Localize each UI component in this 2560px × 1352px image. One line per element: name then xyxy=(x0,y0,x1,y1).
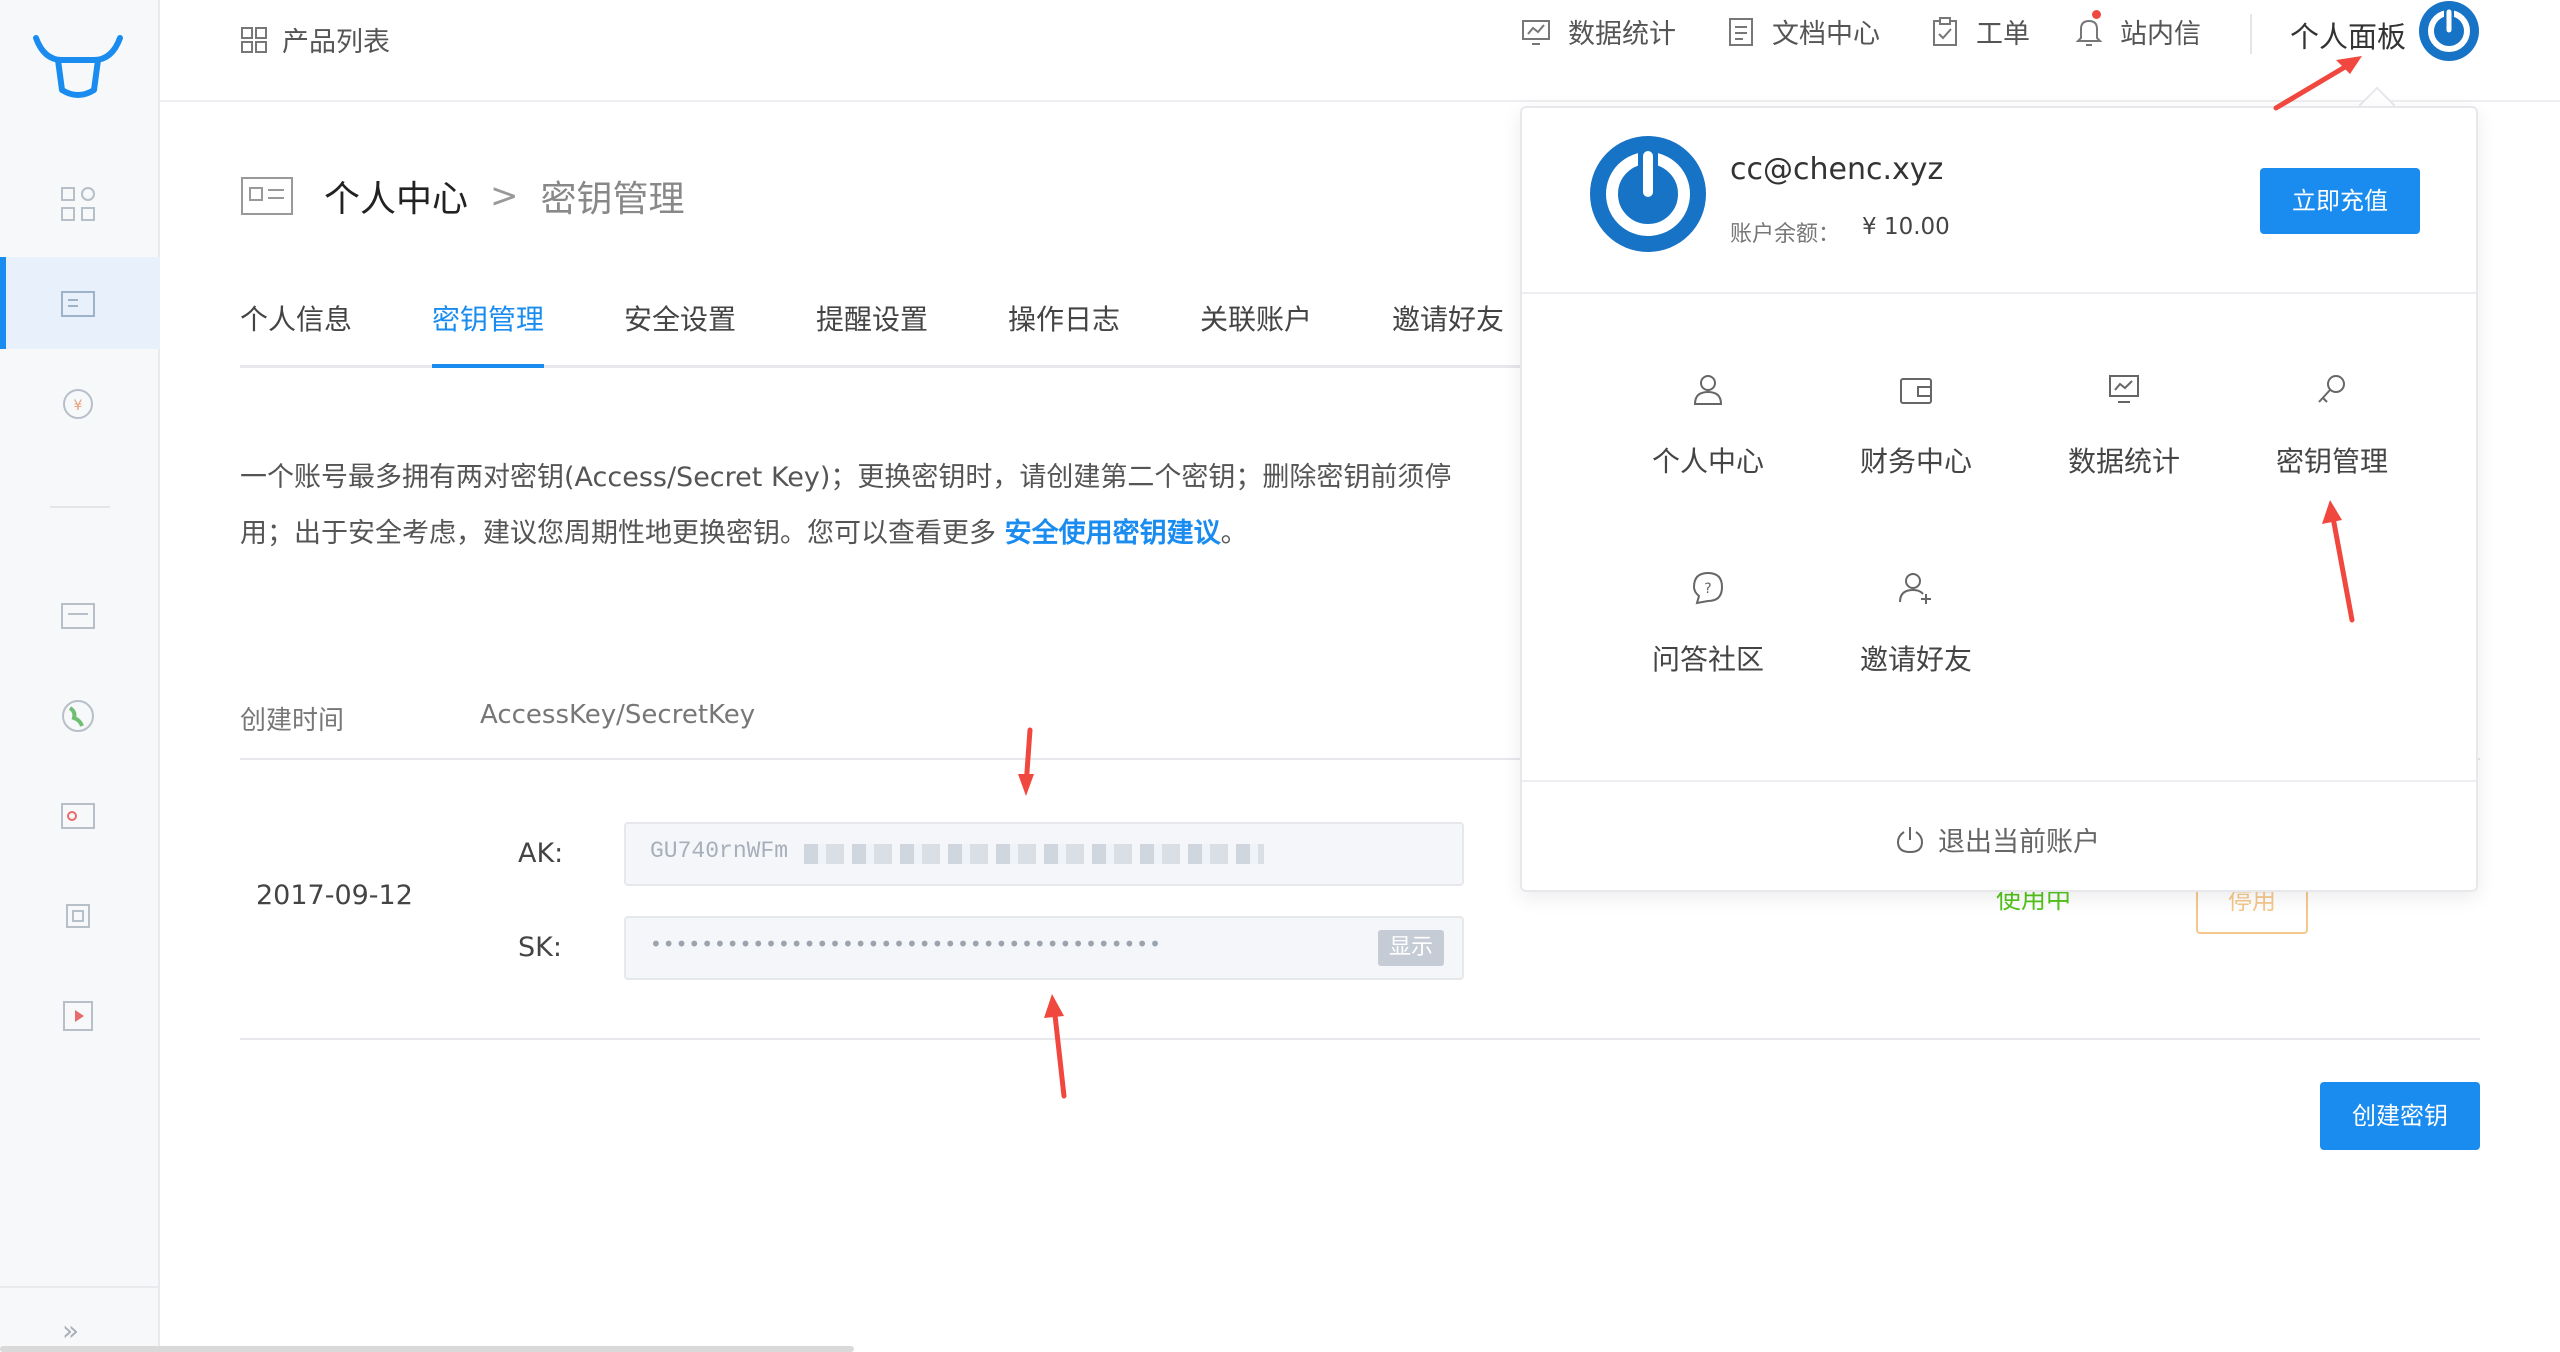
account-email: cc@chenc.xyz xyxy=(1730,152,1944,187)
dropdown-divider xyxy=(1522,780,2476,782)
svg-text:?: ? xyxy=(1704,581,1711,597)
product-list-menu[interactable]: 产品列表 xyxy=(240,20,390,59)
nav-label: 文档中心 xyxy=(1772,19,1880,50)
tab-key-management[interactable]: 密钥管理 xyxy=(432,298,545,368)
wallet-icon xyxy=(1900,378,1932,404)
id-card-icon[interactable] xyxy=(56,282,100,326)
storage-icon[interactable] xyxy=(56,594,100,638)
chevron-right-icon: > xyxy=(490,176,519,216)
ak-value: GU740rnWFm xyxy=(650,838,789,864)
clipboard-icon xyxy=(1933,16,1957,46)
menu-qa-community[interactable]: ? 问答社区 xyxy=(1628,568,1788,678)
nav-data-stats[interactable]: 数据统计 xyxy=(1520,12,1676,51)
nav-label: 数据统计 xyxy=(1568,19,1676,50)
bell-icon xyxy=(2075,19,2103,46)
column-header-keys: AccessKey/SecretKey xyxy=(480,700,756,730)
sk-masked-value: •••••••••••••••••••••••••••••••••••••••• xyxy=(650,932,1162,956)
column-header-created: 创建时间 xyxy=(240,706,345,736)
tab-invite-friends[interactable]: 邀请好友 xyxy=(1392,298,1504,364)
breadcrumb-sub: 密钥管理 xyxy=(540,179,685,220)
menu-data-stats[interactable]: 数据统计 xyxy=(2044,370,2204,480)
description-line-2: 用；出于安全考虑，建议您周期性地更换密钥。您可以查看更多 安全使用密钥建议。 xyxy=(240,518,1248,549)
create-key-button[interactable]: 创建密钥 xyxy=(2320,1082,2480,1150)
id-card-icon xyxy=(241,177,293,215)
tab-operation-log[interactable]: 操作日志 xyxy=(1008,298,1120,364)
show-secret-button[interactable]: 显示 xyxy=(1378,930,1444,966)
description-line-1: 一个账号最多拥有两对密钥(Access/Secret Key)；更换密钥时，请创… xyxy=(240,462,1452,493)
table-row-divider xyxy=(240,1038,2480,1040)
product-list-label: 产品列表 xyxy=(282,27,390,58)
top-header: 产品列表 数据统计 文档中心 工单 站内信 个人面板 xyxy=(160,0,2560,102)
logout-label: 退出当前账户 xyxy=(1938,827,2100,858)
nav-label: 站内信 xyxy=(2120,19,2201,50)
dropdown-divider xyxy=(1522,292,2476,294)
user-icon xyxy=(1693,375,1723,405)
personal-panel-menu[interactable]: 个人面板 xyxy=(2290,14,2406,56)
menu-personal-center[interactable]: 个人中心 xyxy=(1628,370,1788,480)
menu-invite-friends[interactable]: 邀请好友 xyxy=(1836,568,1996,678)
billing-icon[interactable]: ¥ xyxy=(56,382,100,426)
chip-icon[interactable] xyxy=(56,894,100,938)
products-grid-icon[interactable] xyxy=(56,182,100,226)
tab-bar: 个人信息 密钥管理 安全设置 提醒设置 操作日志 关联账户 邀请好友 xyxy=(240,290,1520,368)
menu-key-management[interactable]: 密钥管理 xyxy=(2252,370,2412,480)
menu-finance-center[interactable]: 财务中心 xyxy=(1836,370,1996,480)
annotation-arrowhead xyxy=(1018,774,1034,796)
logo-icon[interactable] xyxy=(30,30,126,102)
user-avatar-icon xyxy=(1590,136,1706,252)
nav-tickets[interactable]: 工单 xyxy=(1930,12,2030,51)
nav-label: 工单 xyxy=(1976,19,2030,50)
avatar-icon[interactable] xyxy=(2418,0,2480,62)
sk-field[interactable]: ••••••••••••••••••••••••••••••••••••••••… xyxy=(624,916,1464,980)
sidebar: ¥ » xyxy=(0,0,160,1352)
tab-linked-accounts[interactable]: 关联账户 xyxy=(1200,298,1312,364)
horizontal-scrollbar[interactable] xyxy=(0,1346,854,1352)
menu-label: 邀请好友 xyxy=(1859,643,1972,676)
ak-label: AK: xyxy=(518,838,564,869)
balance-value: ¥ 10.00 xyxy=(1862,214,1950,240)
menu-label: 密钥管理 xyxy=(2275,445,2388,478)
personal-panel-dropdown: cc@chenc.xyz 账户余额： ¥ 10.00 立即充值 个人中心 财务中… xyxy=(1520,106,2478,892)
certificate-icon[interactable] xyxy=(56,794,100,838)
logout-button[interactable]: 退出当前账户 xyxy=(1894,820,2100,859)
expand-sidebar-icon[interactable]: » xyxy=(62,1314,79,1347)
breadcrumb-current[interactable]: 个人中心 xyxy=(324,170,468,222)
created-date: 2017-09-12 xyxy=(256,880,413,911)
header-divider xyxy=(2250,14,2252,54)
menu-label: 问答社区 xyxy=(1651,643,1764,676)
sidebar-bottom-divider xyxy=(0,1286,160,1288)
video-icon[interactable] xyxy=(56,994,100,1038)
menu-label: 财务中心 xyxy=(1859,445,1972,478)
svg-text:¥: ¥ xyxy=(74,398,83,414)
notification-dot xyxy=(2092,10,2101,19)
chart-icon xyxy=(1522,19,1550,45)
annotation-arrow-sk xyxy=(1051,1003,1067,1099)
tab-reminders[interactable]: 提醒设置 xyxy=(816,298,928,364)
menu-label: 个人中心 xyxy=(1651,445,1764,478)
tab-personal-info[interactable]: 个人信息 xyxy=(240,298,352,364)
question-icon: ? xyxy=(1692,571,1724,605)
key-description: 一个账号最多拥有两对密钥(Access/Secret Key)；更换密钥时，请创… xyxy=(240,450,1520,562)
balance-label: 账户余额： xyxy=(1730,222,1841,247)
ak-field[interactable]: GU740rnWFm xyxy=(624,822,1464,886)
recharge-button[interactable]: 立即充值 xyxy=(2260,168,2420,234)
menu-label: 数据统计 xyxy=(2067,445,2180,478)
tab-security[interactable]: 安全设置 xyxy=(624,298,736,364)
grid-icon xyxy=(241,26,267,53)
globe-icon[interactable] xyxy=(56,694,100,738)
security-tips-link[interactable]: 安全使用密钥建议 xyxy=(1005,518,1221,549)
ak-redacted-area xyxy=(804,844,1264,864)
sidebar-divider xyxy=(50,506,110,508)
chart-icon xyxy=(2109,375,2139,403)
sk-label: SK: xyxy=(518,932,562,963)
document-icon xyxy=(1729,17,1753,46)
key-icon xyxy=(2318,375,2345,403)
nav-docs[interactable]: 文档中心 xyxy=(1726,12,1880,51)
add-user-icon xyxy=(1899,573,1931,604)
annotation-arrowhead xyxy=(1044,994,1064,1018)
breadcrumb: 个人中心 > 密钥管理 xyxy=(240,170,685,222)
power-icon xyxy=(1896,826,1924,853)
